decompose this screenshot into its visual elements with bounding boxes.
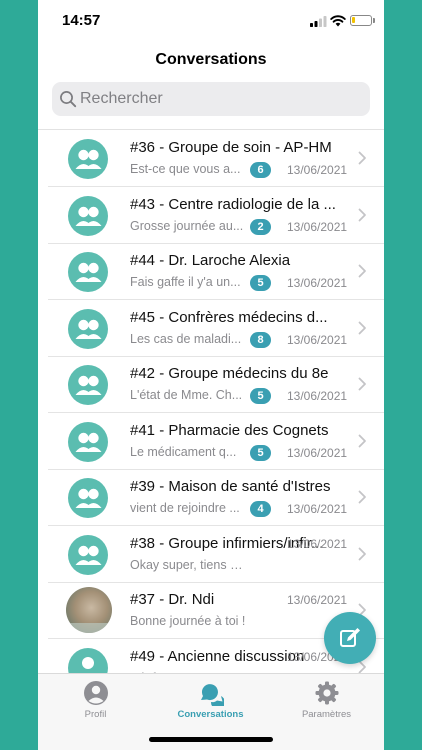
unread-badge: 8	[250, 331, 271, 348]
chevron-right-icon	[358, 321, 366, 334]
app-screen: 14:57 Conversations #36 - Groupe de soin…	[38, 0, 384, 750]
conversation-row[interactable]: #39 - Maison de santé d'Istres vient de r…	[38, 469, 384, 526]
group-icon	[75, 545, 102, 565]
status-bar: 14:57	[38, 0, 384, 40]
profile-icon	[84, 681, 108, 705]
conversation-date: 13/06/2021	[287, 445, 348, 460]
avatar	[68, 308, 108, 349]
group-icon	[75, 319, 102, 339]
compose-icon	[340, 628, 360, 647]
group-icon	[75, 488, 102, 508]
conversation-date: 13/06/2021	[287, 276, 348, 290]
conversation-title: #42 - Groupe médecins du 8e	[130, 365, 329, 382]
unread-badge: 5	[250, 444, 271, 461]
conversation-title: #36 - Groupe de soin - AP-HM	[130, 139, 332, 156]
avatar	[68, 534, 108, 575]
group-icon	[75, 432, 102, 452]
unread-badge: 5	[250, 388, 271, 404]
conversation-row[interactable]: #45 - Confrères médecins d... Les cas de …	[38, 300, 384, 357]
conversation-title: #43 - Centre radiologie de la ...	[130, 195, 336, 213]
message-preview: Okay super, tiens moi au...	[130, 557, 248, 572]
page-title: Conversations	[155, 51, 267, 68]
tab-parametres[interactable]: Paramètres	[269, 678, 384, 726]
message-preview: Fais gaffe il y'a un...	[130, 275, 241, 289]
chevron-right-icon	[358, 208, 366, 221]
conversation-date: 13/06/2021	[287, 593, 348, 607]
status-time: 14:57	[62, 12, 101, 29]
wifi-icon	[330, 15, 346, 27]
tab-label-profil: Profil	[84, 709, 107, 720]
chevron-right-icon	[358, 434, 366, 447]
chevron-right-icon	[358, 490, 366, 504]
search-icon	[60, 91, 77, 108]
compose-button[interactable]	[324, 612, 376, 664]
message-preview: Bonne journée à toi !	[130, 614, 246, 628]
tab-profil[interactable]: Profil	[38, 678, 153, 726]
conversation-row[interactable]: #43 - Centre radiologie de la ... Grosse …	[38, 187, 384, 244]
group-icon	[75, 375, 102, 395]
conversation-date: 13/06/2021	[287, 332, 348, 347]
tab-label-parametres: Paramètres	[301, 709, 352, 720]
chevron-right-icon	[358, 377, 366, 391]
avatar	[68, 421, 108, 462]
message-preview: Le médicament q...	[130, 444, 237, 459]
avatar	[68, 195, 108, 236]
conversation-title: #39 - Maison de santé d'Istres	[130, 478, 331, 495]
unread-badge: 2	[250, 218, 271, 235]
chevron-right-icon	[358, 151, 366, 165]
conversation-row[interactable]: #38 - Groupe infirmiers/infir... Okay sup…	[38, 526, 384, 583]
conversation-row[interactable]: #36 - Groupe de soin - AP-HM Est-ce que v…	[38, 130, 384, 187]
gear-icon	[315, 681, 339, 705]
conversation-row[interactable]: #41 - Pharmacie des Cognets Le médicament…	[38, 413, 384, 470]
conversation-date: 13/06/2021	[287, 502, 348, 516]
search-bar[interactable]	[52, 82, 370, 116]
unread-badge: 5	[250, 275, 271, 291]
message-preview: Les cas de maladi...	[130, 331, 242, 346]
message-preview: vient de rejoindre ...	[130, 501, 240, 515]
conversation-title: #45 - Confrères médecins d...	[130, 308, 328, 326]
battery-icon	[350, 15, 372, 26]
avatar	[68, 139, 108, 179]
user-photo-avatar	[66, 587, 112, 633]
tab-label-conversations: Conversations	[177, 709, 244, 720]
signal-icon	[310, 16, 327, 27]
conversation-date: 13/06/2021	[287, 219, 348, 234]
avatar	[68, 365, 108, 405]
message-preview: Grosse journée au...	[130, 218, 244, 233]
message-preview: Est-ce que vous a...	[130, 162, 241, 176]
chevron-right-icon	[358, 547, 366, 560]
group-icon	[75, 149, 102, 169]
conversation-row[interactable]: #42 - Groupe médecins du 8e L'état de Mme…	[38, 356, 384, 413]
conversation-row[interactable]: #44 - Dr. Laroche Alexia Fais gaffe il y'…	[38, 243, 384, 300]
avatar	[68, 252, 108, 292]
chevron-right-icon	[358, 264, 366, 278]
message-preview: L'état de Mme. Ch...	[130, 388, 243, 402]
tab-conversations[interactable]: Conversations	[153, 678, 268, 726]
conversation-date: 13/06/2021	[287, 389, 348, 403]
conversation-date: 13/06/2021	[287, 536, 348, 551]
home-indicator	[149, 737, 273, 742]
unread-badge: 4	[250, 501, 271, 517]
search-input[interactable]	[80, 82, 360, 116]
conversation-title: #41 - Pharmacie des Cognets	[130, 421, 329, 439]
chat-bubbles-icon	[201, 684, 224, 706]
battery-cap	[373, 18, 375, 23]
conversation-date: 13/06/2021	[287, 163, 348, 177]
avatar	[68, 478, 108, 518]
group-icon	[75, 262, 102, 282]
group-icon	[75, 206, 102, 226]
unread-badge: 6	[250, 162, 271, 178]
conversation-title: #44 - Dr. Laroche Alexia	[130, 252, 291, 269]
